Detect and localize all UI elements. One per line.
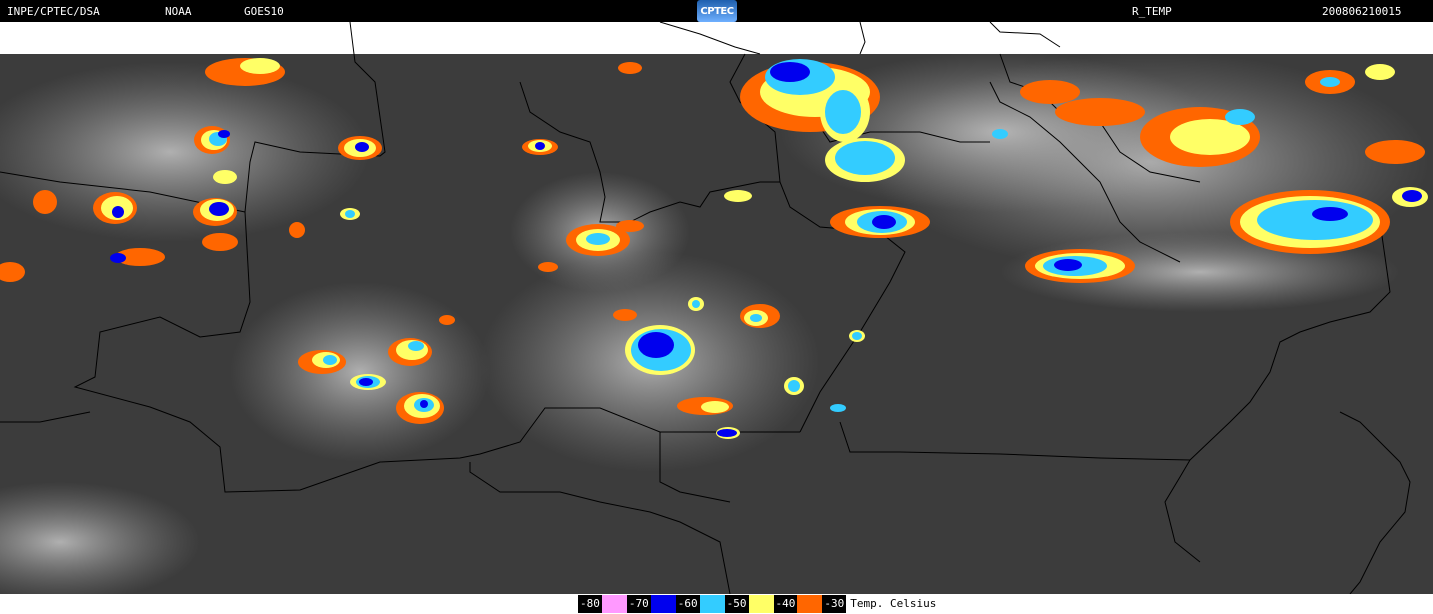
- cell: [396, 392, 444, 424]
- cell: [740, 304, 780, 328]
- legend-swatch-60: [699, 595, 725, 613]
- cell: [1025, 249, 1135, 283]
- cell: [388, 338, 432, 366]
- legend-title: Temp. Celsius: [850, 597, 937, 610]
- satellite-label: GOES10: [244, 5, 284, 18]
- cell: [93, 192, 137, 224]
- cell: [205, 58, 285, 86]
- legend-label-40: -40: [773, 595, 798, 613]
- cell: [830, 206, 930, 238]
- cell: [820, 82, 870, 142]
- legend-swatch-40: [797, 595, 823, 613]
- logo-text: CPTEC: [700, 5, 734, 17]
- cell: [194, 126, 230, 154]
- no-data-area: [0, 22, 1433, 54]
- legend-label-80: -80: [578, 595, 602, 613]
- cell: [193, 198, 237, 226]
- header-bar: INPE/CPTEC/DSA NOAA GOES10 CPTEC R_TEMP …: [0, 0, 1433, 22]
- legend-label-70: -70: [626, 595, 651, 613]
- source-label: INPE/CPTEC/DSA: [7, 5, 100, 18]
- satellite-map: [0, 22, 1433, 594]
- legend-swatch-70: [650, 595, 676, 613]
- product-label: R_TEMP: [1132, 5, 1172, 18]
- legend-label-50: -50: [724, 595, 749, 613]
- cell: [625, 325, 695, 375]
- legend-label-30: -30: [822, 595, 847, 613]
- legend-swatch-50: [748, 595, 774, 613]
- cell: [350, 374, 386, 390]
- temperature-legend: -80 -70 -60 -50 -40 -30 Temp. Celsius: [578, 595, 936, 613]
- cell: [825, 138, 905, 182]
- cptec-logo: CPTEC: [697, 0, 737, 22]
- legend-label-60: -60: [675, 595, 700, 613]
- timestamp-label: 200806210015: [1322, 5, 1402, 18]
- cell: [338, 136, 382, 160]
- agency-label: NOAA: [165, 5, 192, 18]
- legend-swatch-80: [601, 595, 627, 613]
- cell: [298, 350, 346, 374]
